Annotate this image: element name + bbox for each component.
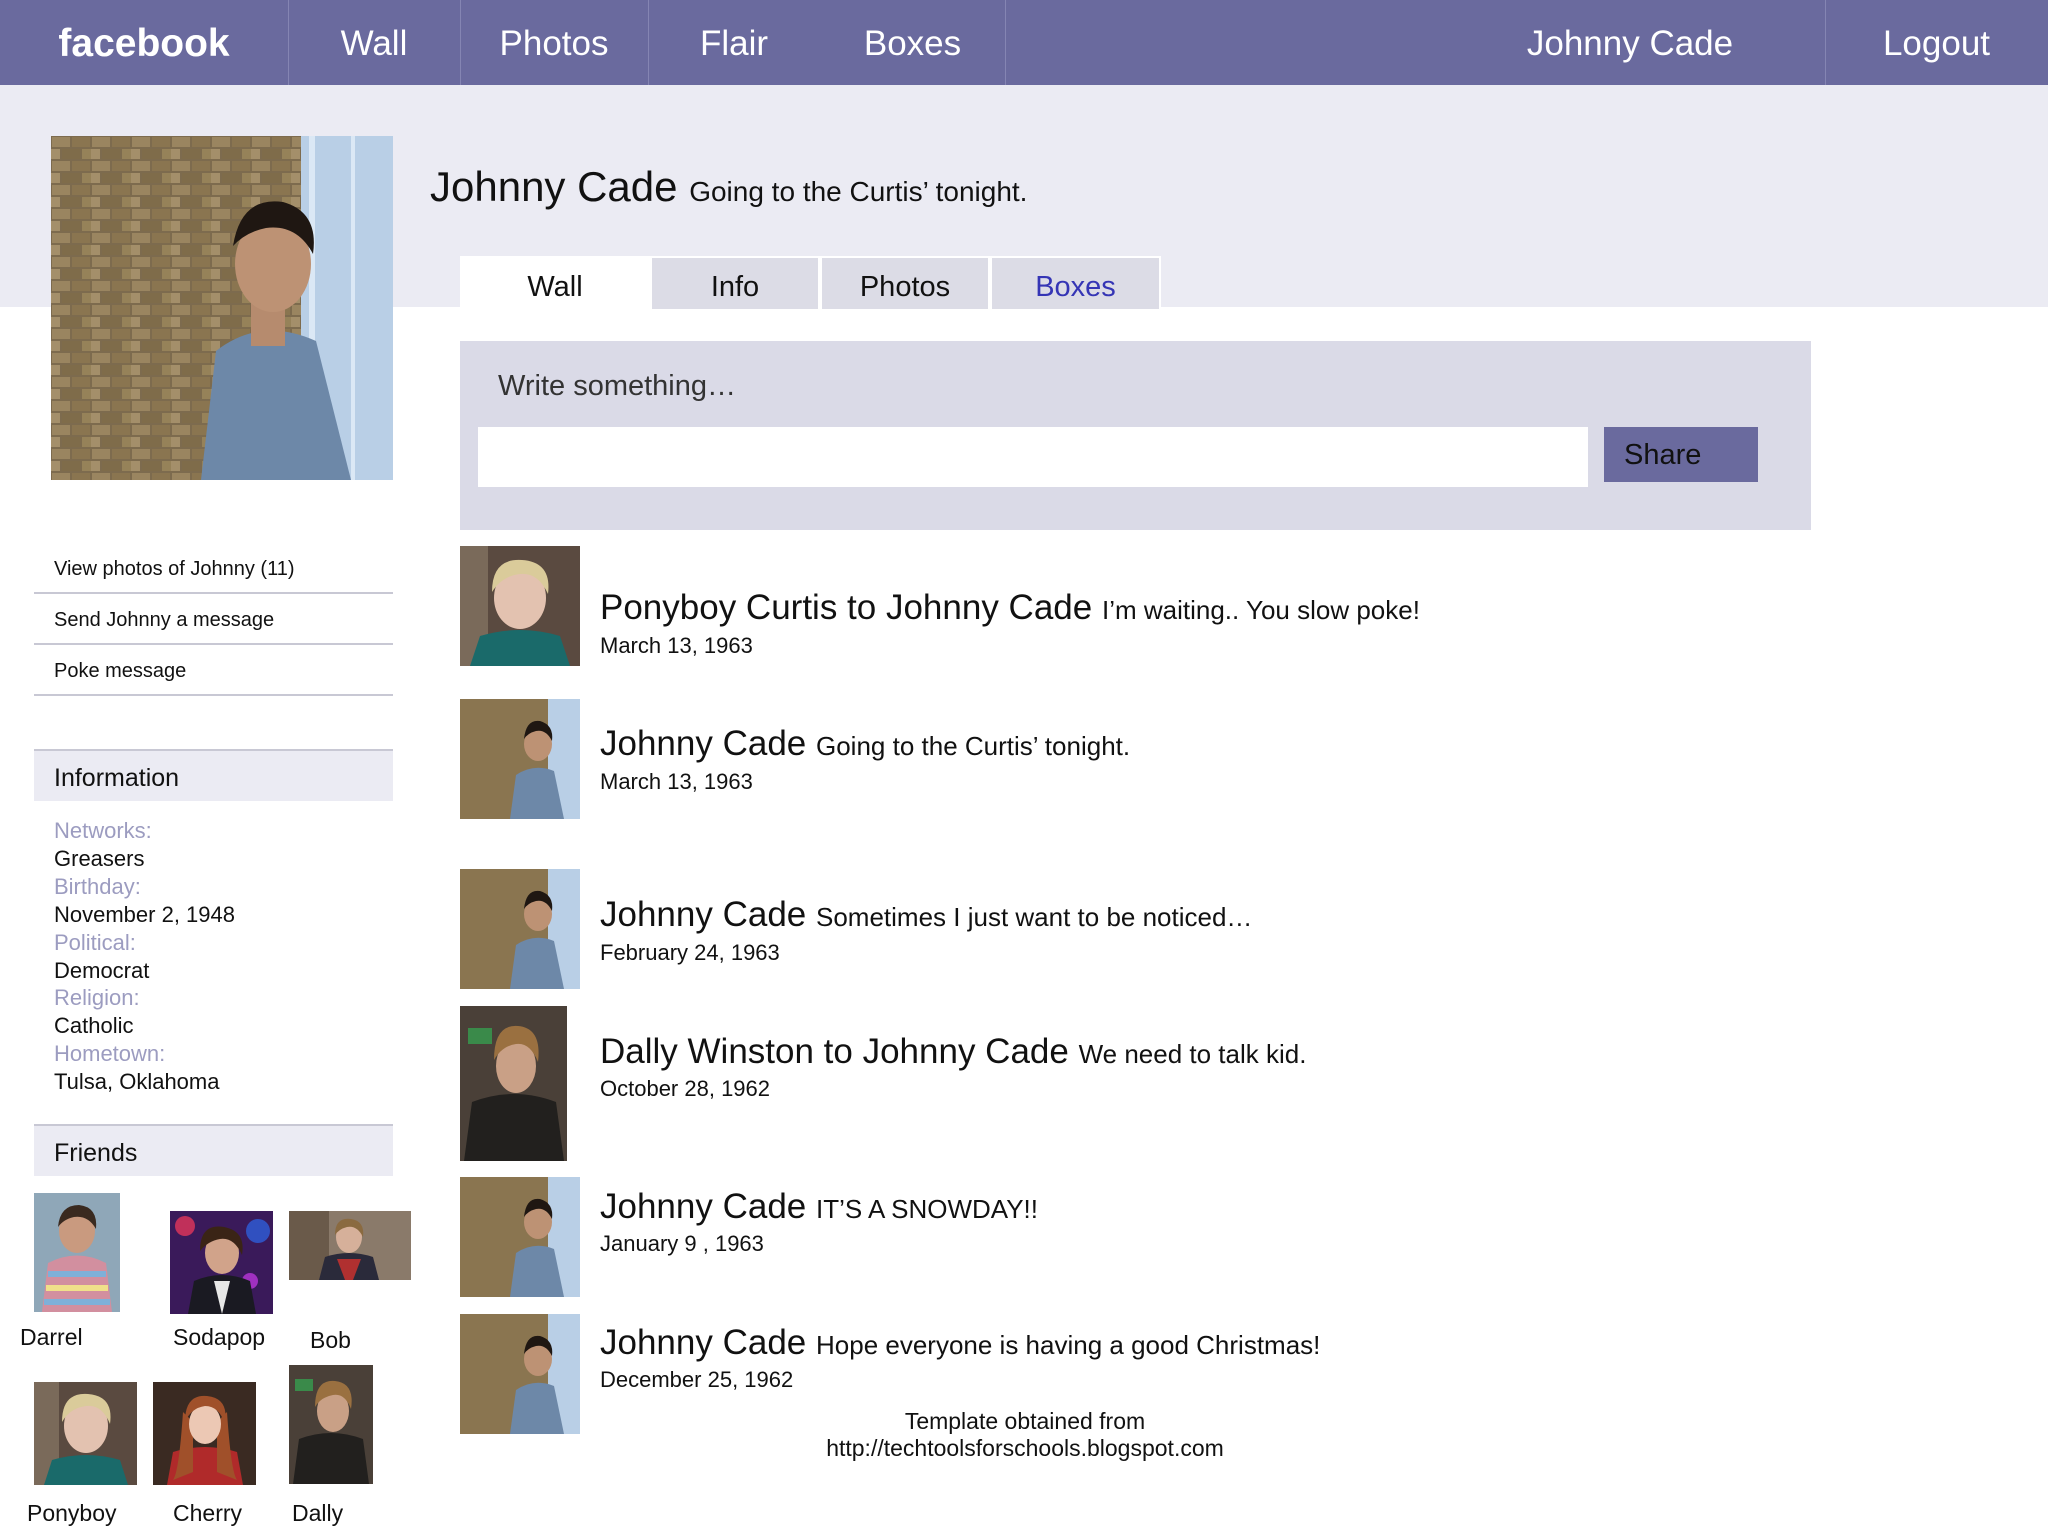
tab-info[interactable]: Info (650, 256, 820, 311)
logout-link[interactable]: Logout (1825, 0, 2048, 85)
poke-message-link[interactable]: Poke message (34, 646, 393, 696)
birthday-value: November 2, 1948 (54, 902, 235, 927)
hometown-label: Hometown: (54, 1041, 166, 1066)
post-heading: Johnny Cade Going to the Curtis’ tonight… (600, 724, 1130, 764)
religion-label: Religion: (54, 985, 140, 1010)
friend-name-dally[interactable]: Dally (292, 1500, 343, 1527)
nav-boxes-link[interactable]: Boxes (820, 0, 1005, 85)
post-heading: Johnny Cade Hope everyone is having a go… (600, 1323, 1320, 1363)
post-message: I’m waiting.. You slow poke! (1101, 595, 1420, 625)
wall-post-input[interactable] (478, 427, 1588, 487)
post-heading: Johnny Cade IT’S A SNOWDAY!! (600, 1187, 1038, 1227)
facebook-logo[interactable]: facebook (0, 0, 288, 85)
nav-photos-link[interactable]: Photos (460, 0, 648, 85)
post-message: Sometimes I just want to be noticed… (816, 902, 1253, 932)
post-author[interactable]: Johnny Cade (600, 895, 806, 934)
template-credit: Template obtained from http://techtoolsf… (800, 1408, 1250, 1462)
profile-status: Going to the Curtis’ tonight. (689, 176, 1028, 207)
religion-value: Catholic (54, 1013, 134, 1038)
friend-photo-bob[interactable] (289, 1211, 411, 1280)
post-date[interactable]: February 24, 1963 (600, 940, 780, 966)
post-author[interactable]: Ponyboy Curtis to Johnny Cade (600, 588, 1092, 627)
profile-name[interactable]: Johnny Cade (430, 163, 678, 210)
friend-name-bob[interactable]: Bob (310, 1327, 351, 1354)
hometown-value: Tulsa, Oklahoma (54, 1069, 220, 1094)
nav-wall-link[interactable]: Wall (288, 0, 460, 85)
post-date[interactable]: March 13, 1963 (600, 633, 753, 659)
profile-heading: Johnny Cade Going to the Curtis’ tonight… (430, 163, 1027, 211)
friend-name-darrel[interactable]: Darrel (20, 1324, 83, 1351)
information-heading: Information (34, 749, 393, 801)
post-date[interactable]: January 9 , 1963 (600, 1231, 764, 1257)
view-photos-link[interactable]: View photos of Johnny (11) (34, 544, 393, 594)
networks-label: Networks: (54, 818, 152, 843)
networks-value: Greasers (54, 846, 145, 871)
friend-photo-cherry[interactable] (153, 1382, 256, 1485)
post-date[interactable]: October 28, 1962 (600, 1076, 770, 1102)
post-avatar-johnny[interactable] (460, 1314, 580, 1434)
friend-name-ponyboy[interactable]: Ponyboy (27, 1500, 117, 1527)
post-avatar-ponyboy[interactable] (460, 546, 580, 666)
post-avatar-johnny[interactable] (460, 1177, 580, 1297)
nav-divider (1005, 0, 1006, 85)
friends-heading: Friends (34, 1124, 393, 1176)
template-credit-line: Template obtained from (904, 1408, 1146, 1434)
post-date[interactable]: March 13, 1963 (600, 769, 753, 795)
tab-photos[interactable]: Photos (820, 256, 990, 311)
friend-photo-dally[interactable] (289, 1365, 373, 1484)
post-author[interactable]: Johnny Cade (600, 724, 806, 763)
post-heading: Ponyboy Curtis to Johnny Cade I’m waitin… (600, 588, 1420, 628)
share-button[interactable]: Share (1604, 427, 1758, 482)
birthday-label: Birthday: (54, 874, 141, 899)
send-message-link[interactable]: Send Johnny a message (34, 595, 393, 645)
post-avatar-dally[interactable] (460, 1006, 567, 1161)
tab-wall[interactable]: Wall (460, 256, 650, 311)
post-avatar-johnny[interactable] (460, 869, 580, 989)
political-label: Political: (54, 930, 136, 955)
post-message: We need to talk kid. (1078, 1039, 1307, 1069)
post-message: Hope everyone is having a good Christmas… (816, 1330, 1321, 1360)
post-message: Going to the Curtis’ tonight. (816, 731, 1131, 761)
post-message: IT’S A SNOWDAY!! (816, 1194, 1039, 1224)
friend-name-cherry[interactable]: Cherry (173, 1500, 242, 1527)
tab-boxes[interactable]: Boxes (990, 256, 1161, 311)
friend-name-sodapop[interactable]: Sodapop (173, 1324, 265, 1351)
profile-photo[interactable] (51, 136, 393, 480)
political-value: Democrat (54, 958, 150, 983)
template-credit-url[interactable]: http://techtoolsforschools.blogspot.com (800, 1435, 1250, 1462)
nav-flair-link[interactable]: Flair (648, 0, 820, 85)
post-heading: Johnny Cade Sometimes I just want to be … (600, 895, 1252, 935)
post-author[interactable]: Johnny Cade (600, 1323, 806, 1362)
post-author[interactable]: Johnny Cade (600, 1187, 806, 1226)
composer-prompt: Write something… (498, 370, 736, 402)
post-heading: Dally Winston to Johnny Cade We need to … (600, 1032, 1306, 1072)
friend-photo-ponyboy[interactable] (34, 1382, 137, 1485)
post-date[interactable]: December 25, 1962 (600, 1367, 793, 1393)
post-avatar-johnny[interactable] (460, 699, 580, 819)
friend-photo-sodapop[interactable] (170, 1211, 273, 1314)
top-nav-bar: facebook Wall Photos Flair Boxes Johnny … (0, 0, 2048, 85)
friend-photo-darrel[interactable] (34, 1193, 120, 1312)
post-author[interactable]: Dally Winston to Johnny Cade (600, 1032, 1069, 1071)
nav-user-link[interactable]: Johnny Cade (1480, 0, 1780, 85)
